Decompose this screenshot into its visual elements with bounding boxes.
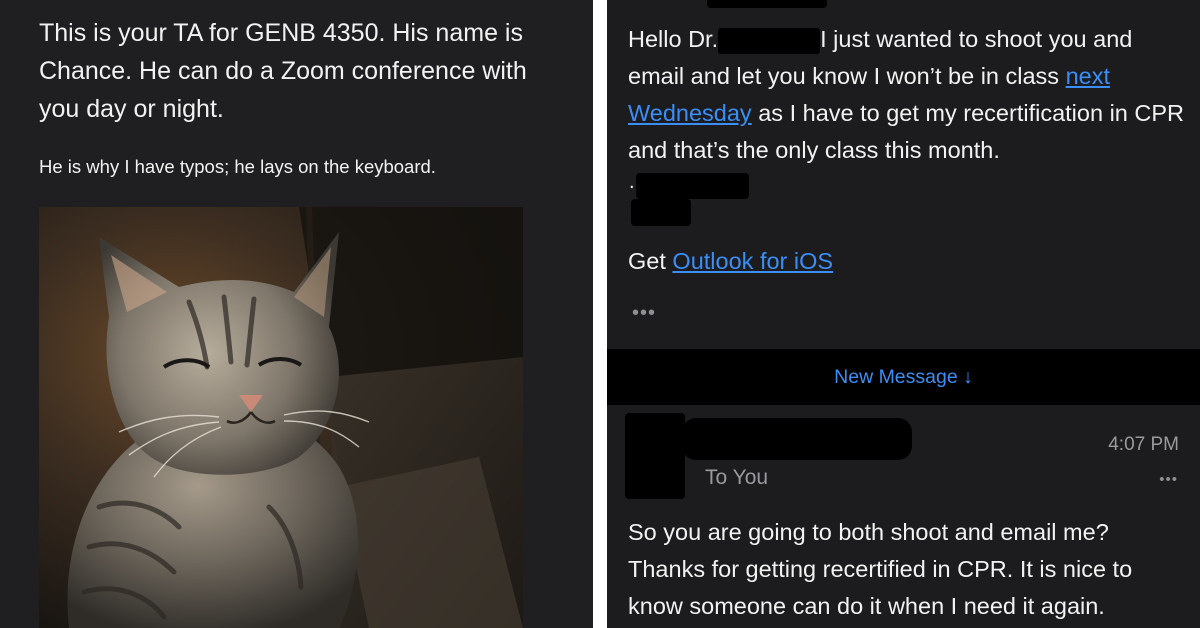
redaction-signature — [636, 173, 749, 199]
link-outlook-ios[interactable]: Outlook for iOS — [672, 248, 833, 274]
signature-dot: . — [629, 171, 635, 193]
redaction-top — [707, 0, 827, 8]
email-body: Hello Dr. I just wanted to shoot you and … — [628, 21, 1188, 169]
new-message-bar[interactable]: New Message ↓ — [607, 349, 1200, 405]
get-outlook-line: Get Outlook for iOS — [628, 243, 1188, 280]
redaction-sender-avatar — [625, 413, 685, 499]
reply-body: So you are going to both shoot and email… — [628, 519, 1133, 619]
typos-note: He is why I have typos; he lays on the k… — [39, 156, 436, 177]
intro-text: This is your TA for GENB 4350. His name … — [39, 19, 527, 123]
reply-recipient: To You — [705, 466, 769, 489]
reply-time: 4:07 PM — [1108, 434, 1179, 455]
cat-photo[interactable] — [39, 207, 523, 628]
redaction-signature-2 — [631, 199, 691, 226]
redaction-sender-name — [682, 418, 912, 460]
right-email-panel: Hello Dr. I just wanted to shoot you and … — [607, 0, 1200, 628]
ellipsis-icon[interactable]: ••• — [1159, 470, 1178, 490]
redaction-name-inline — [718, 27, 821, 54]
new-message-button[interactable]: New Message ↓ — [607, 366, 1200, 388]
ellipsis-icon[interactable]: ••• — [632, 303, 656, 323]
left-email-panel: This is your TA for GENB 4350. His name … — [0, 0, 593, 628]
get-prefix: Get — [628, 248, 673, 274]
cat-photo-icon — [39, 207, 523, 628]
email-greeting: Hello Dr. — [628, 26, 719, 52]
